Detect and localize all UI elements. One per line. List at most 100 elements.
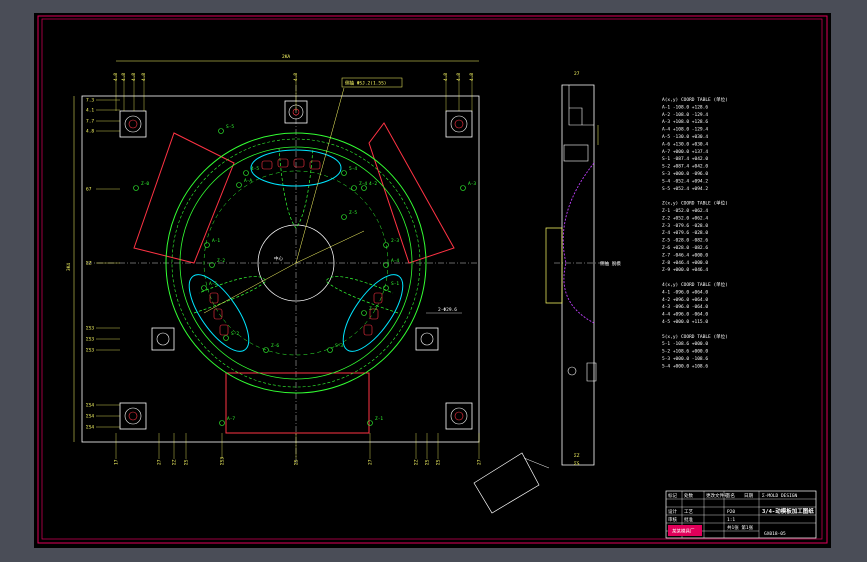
section-step-top — [568, 85, 594, 126]
cad-viewport[interactable]: 2KA 3K4 4.8 4.8 4.8 4.8 4.8 4.8 4.8 4.8 7.3 4.1 7… — [34, 13, 831, 548]
coordinate-table-row: A-3 +108.0 +128.6 — [662, 119, 708, 125]
ejector-holes — [133, 128, 466, 426]
coordinate-table-row: 5-2 +108.6 +000.0 — [662, 349, 708, 355]
coordinate-table-row: A-6 +130.0 +030.4 — [662, 141, 708, 147]
coordinate-table-row: A-7 +000.0 +137.4 — [662, 149, 708, 155]
left-tick-label: ΣS3 — [86, 326, 94, 332]
hole-label: A-7 — [227, 416, 235, 422]
bottom-tick-label: ΣS — [294, 459, 300, 465]
hole-label: A-1 — [212, 238, 220, 244]
guide-pin-mid-left — [151, 327, 175, 351]
left-tick-label: 4.8 — [86, 129, 94, 135]
left-tick-label: 7.3 — [86, 98, 94, 104]
overall-height-label: 3K4 — [66, 263, 72, 271]
coordinate-table-row: S-3 +000.0 -096.0 — [662, 171, 708, 177]
coordinate-table-row: Z-2 +052.0 +062.4 — [662, 215, 708, 221]
detail-leader — [523, 457, 550, 469]
coordinate-table-row: Z-7 -046.4 +000.0 — [662, 252, 708, 258]
hole-label: Z-1 — [375, 416, 383, 422]
left-tick-label: 4.1 — [86, 108, 94, 114]
tb-label-sign: 签名 — [726, 492, 735, 499]
company-logo-text: 某某模具厂 — [672, 528, 695, 535]
section-gate — [586, 362, 597, 382]
hole-label: Z-5 — [349, 210, 357, 216]
hole-label: A-A — [244, 178, 252, 184]
coordinate-table-row: 4(x,y) COORD TABLE (单位) — [662, 281, 728, 288]
tb-sheet: 共1张 第1张 — [727, 524, 754, 531]
hole-label: A-3 — [468, 181, 476, 187]
hole-label: 4-2 — [369, 181, 377, 187]
coordinate-tables: A(x,y) COORD TABLE (单位)A-1 -108.0 +128.6… — [662, 96, 728, 369]
top-tick-label: 4.8 — [443, 73, 449, 81]
coordinate-table-row: A-4 +108.0 -129.4 — [662, 127, 708, 133]
hole-label: S-2 — [231, 331, 239, 337]
hole-label: A-5 — [209, 281, 217, 287]
bottom-tick-label: 27 — [477, 459, 483, 465]
top-tick-label: 4.8 — [141, 73, 147, 81]
coordinate-table-row: Z-6 +028.0 -082.6 — [662, 245, 708, 251]
section-profile-curve — [562, 162, 595, 324]
coordinate-table-row: 5-3 +000.0 -108.6 — [662, 356, 708, 362]
hole-label: Z-3 — [369, 306, 377, 312]
hole-label: 2-3 — [391, 238, 399, 244]
coordinate-table-row: 4-2 +096.0 +064.0 — [662, 297, 708, 303]
section-tick-label: ΣS — [574, 461, 580, 467]
tb-label-approve: 批准 — [684, 516, 693, 523]
coordinate-table-row: 4-3 -096.0 -064.0 — [662, 304, 708, 310]
hole-label: 5-4 — [349, 166, 357, 172]
coordinate-table-row: S-5 +052.4 +094.2 — [662, 186, 708, 192]
top-tick-label: 4.8 — [131, 73, 137, 81]
drawing-outer-frame — [37, 15, 828, 544]
hole-label: 4-5 — [251, 166, 259, 172]
side-note: 侧抽 脱模 — [600, 260, 621, 267]
radius-leader-3 — [295, 230, 365, 264]
coordinate-table-row: A-5 -130.0 +030.4 — [662, 134, 708, 140]
tb-label-process: 工艺 — [684, 509, 693, 515]
left-tick-label: 7.7 — [86, 119, 94, 125]
left-tick-label: ΣS3 — [86, 337, 94, 343]
right-note: 2-Φ29.6 — [438, 307, 457, 313]
coordinate-table-row: S-4 -052.4 +094.2 — [662, 178, 708, 184]
tb-drawing-number: GX018-05 — [764, 531, 786, 537]
left-tick-label: ΣZ — [86, 261, 92, 267]
tb-label-design: 设计 — [668, 508, 677, 515]
guide-pin-bottom-right — [445, 402, 473, 430]
guide-pin-top-left — [119, 110, 147, 138]
section-tick-label: ΣZ — [574, 453, 580, 459]
coordinate-table-row: 5(x,y) COORD TABLE (单位) — [662, 333, 728, 340]
coordinate-table-row: Z-5 -028.0 -082.6 — [662, 238, 708, 244]
hole-label: Z-4 — [359, 181, 367, 187]
coordinate-table-row: Z-9 +000.0 +046.4 — [662, 267, 708, 273]
tb-label-date: 日期 — [744, 493, 753, 499]
bottom-tick-label: 27 — [157, 459, 163, 465]
section-tick-label: 27 — [574, 71, 580, 77]
left-dimension-ticks: 7.3 4.1 7.7 4.8 67 ΣZ ΣS3 ΣS3 ΣS3 ΣS4 ΣS4 ΣS4 — [86, 98, 120, 431]
hole-label: S-3 — [335, 343, 343, 349]
guide-pin-bottom-left — [119, 402, 147, 430]
slider-block-right — [368, 122, 455, 264]
hole-label: S-1 — [391, 281, 399, 287]
tb-scale: 1:1 — [727, 517, 735, 523]
guide-pin-mid-right — [415, 327, 439, 351]
detail-fragment — [473, 452, 540, 514]
bottom-tick-label: ΣS3 — [220, 457, 226, 465]
coordinate-table-row: 4-5 +000.0 +115.0 — [662, 319, 708, 325]
hole-label: A-4 — [391, 258, 399, 264]
tb-label-count: 处数 — [684, 492, 693, 499]
coordinate-table-row: Z-1 -052.0 +062.4 — [662, 208, 708, 214]
overall-width-label: 2KA — [282, 54, 290, 60]
bottom-tick-label: ΣZ — [414, 459, 420, 465]
coordinate-table-row: A(x,y) COORD TABLE (单位) — [662, 96, 728, 103]
coordinate-table-row: A-2 -108.0 -129.4 — [662, 112, 708, 118]
top-note: 侧抽 ΦSJ.2(1.5S) — [345, 80, 387, 87]
section-outline — [561, 84, 595, 466]
section-view: 侧抽 脱模 27 ΣZ ΣS — [473, 71, 621, 514]
tb-material: P20 — [727, 509, 735, 515]
plan-view: 2KA 3K4 4.8 4.8 4.8 4.8 4.8 4.8 4.8 4.8 7.34.17… — [66, 54, 483, 465]
left-tick-label: ΣS3 — [86, 348, 94, 354]
coordinate-table-row: S-2 +087.4 +042.0 — [662, 164, 708, 170]
bottom-dimension-ticks: 17 27 ΣZ ΣS ΣS3 ΣS 27 ΣZ ΣS ΣS 27 — [114, 433, 483, 465]
tb-label-mark: 标记 — [668, 492, 677, 499]
center-mark: 中心 — [274, 255, 283, 262]
coordinate-table-row: Z-4 +079.6 -028.0 — [662, 230, 708, 236]
